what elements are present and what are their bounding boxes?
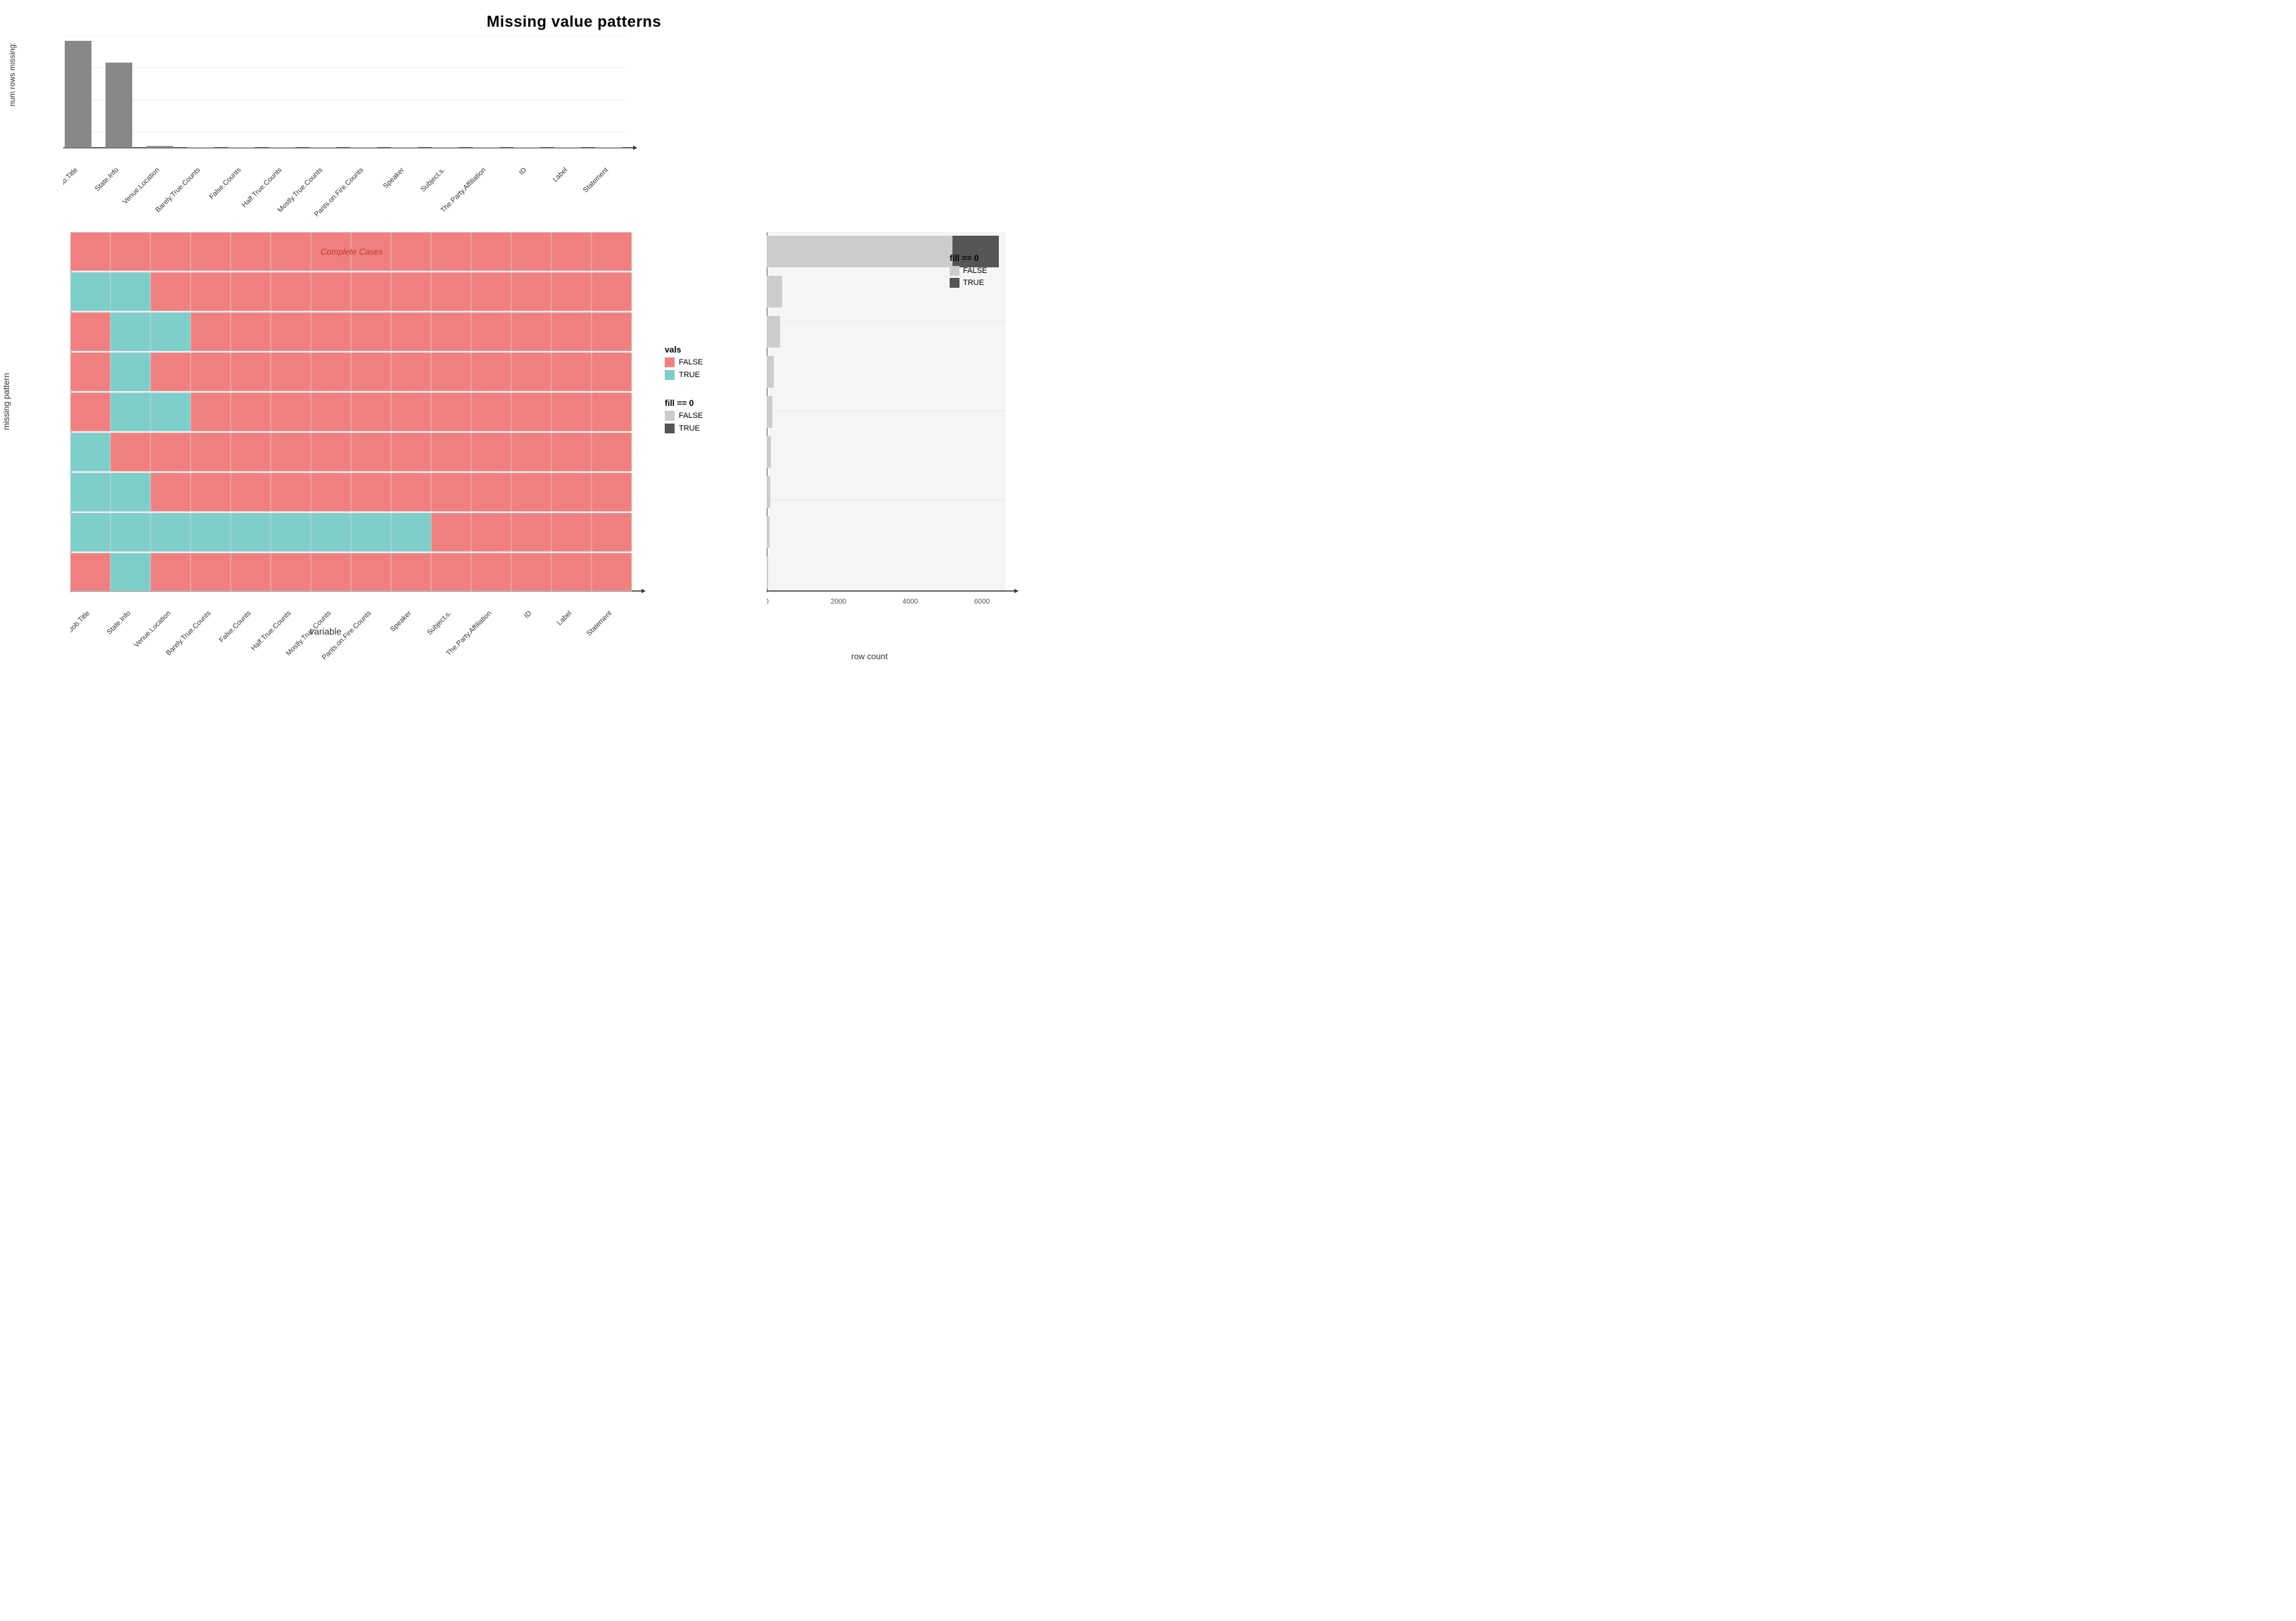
heatmap-svg: Complete Cases: [70, 232, 647, 605]
right-chart-x-label: row count: [851, 651, 888, 661]
right-legend-true-label: TRUE: [963, 279, 984, 287]
right-legend-true-swatch: [950, 278, 959, 288]
svg-text:Barely.True.Counts: Barely.True.Counts: [165, 609, 212, 657]
legend-true-swatch: [665, 370, 675, 380]
svg-text:Label: Label: [556, 609, 573, 627]
legend-vals-title: vals: [665, 345, 777, 355]
svg-text:Speaker: Speaker: [389, 609, 414, 634]
heatmap-x-labels: Speaker.Job.Title State.Info Venue.Locat…: [70, 606, 647, 698]
svg-text:4000: 4000: [903, 598, 919, 605]
svg-text:Subject.s.: Subject.s.: [426, 609, 453, 637]
legend-vals: vals FALSE TRUE fill == 0 FALSE TRUE: [665, 345, 777, 436]
svg-text:False.Counts: False.Counts: [208, 166, 243, 201]
legend-false-swatch: [665, 357, 675, 367]
legend-fill-true-swatch: [665, 424, 675, 433]
legend-false-label: FALSE: [679, 358, 703, 367]
heatmap-y-label: missing pattern: [1, 373, 11, 430]
right-legend: fill == 0 FALSE TRUE: [950, 253, 987, 291]
svg-text:State.Info: State.Info: [106, 609, 132, 636]
svg-text:Complete Cases: Complete Cases: [321, 247, 383, 257]
svg-text:Venue.Location: Venue.Location: [133, 609, 173, 649]
svg-text:2000: 2000: [831, 598, 847, 605]
svg-text:Label: Label: [551, 166, 569, 184]
svg-text:Speaker.Job.Title: Speaker.Job.Title: [70, 609, 91, 653]
svg-text:State.Info: State.Info: [94, 166, 120, 193]
right-chart-area: 0 2000 4000 6000 1 2 3 4 5 6 7 8 9: [767, 232, 1062, 647]
legend-fill-false-swatch: [665, 411, 675, 421]
svg-text:Mostly.True.Counts: Mostly.True.Counts: [276, 166, 324, 214]
svg-text:0: 0: [767, 598, 769, 605]
top-chart-svg: 0 1000 2000 3000: [63, 35, 640, 162]
legend-true-label: TRUE: [679, 371, 700, 379]
svg-text:Speaker: Speaker: [382, 166, 407, 191]
svg-text:Half.True.Counts: Half.True.Counts: [241, 166, 283, 209]
svg-text:The.Party.Affiliation: The.Party.Affiliation: [440, 166, 487, 214]
svg-text:False.Counts: False.Counts: [218, 609, 253, 644]
svg-text:Speaker.Job.Title: Speaker.Job.Title: [63, 166, 79, 210]
svg-text:ID: ID: [523, 609, 533, 620]
svg-text:Half.True.Counts: Half.True.Counts: [250, 609, 293, 652]
legend-fill-title: fill == 0: [665, 398, 777, 408]
top-y-axis-label: num rows missing:: [8, 42, 17, 106]
svg-text:Venue.Location: Venue.Location: [122, 166, 162, 206]
top-bar-chart: num rows missing: 0 1000 2000 3000: [42, 35, 647, 190]
heatmap-x-label: variable: [310, 626, 342, 637]
svg-text:The.Party.Affiliation: The.Party.Affiliation: [445, 609, 493, 657]
right-legend-false-label: FALSE: [963, 267, 987, 275]
svg-text:Barely.True.Counts: Barely.True.Counts: [154, 166, 202, 214]
legend-fill-false-label: FALSE: [679, 412, 703, 420]
svg-text:6000: 6000: [974, 598, 990, 605]
svg-text:Subject.s.: Subject.s.: [419, 166, 447, 193]
chart-title: Missing value patterns: [0, 0, 1148, 31]
right-legend-fill-title: fill == 0: [950, 253, 987, 263]
legend-fill-true-label: TRUE: [679, 424, 700, 433]
right-legend-false-swatch: [950, 266, 959, 276]
svg-text:Statement: Statement: [582, 166, 610, 194]
svg-text:Statement: Statement: [585, 609, 613, 637]
heatmap-area: missing pattern Complete Cases: [42, 232, 647, 626]
svg-text:ID: ID: [518, 166, 528, 177]
